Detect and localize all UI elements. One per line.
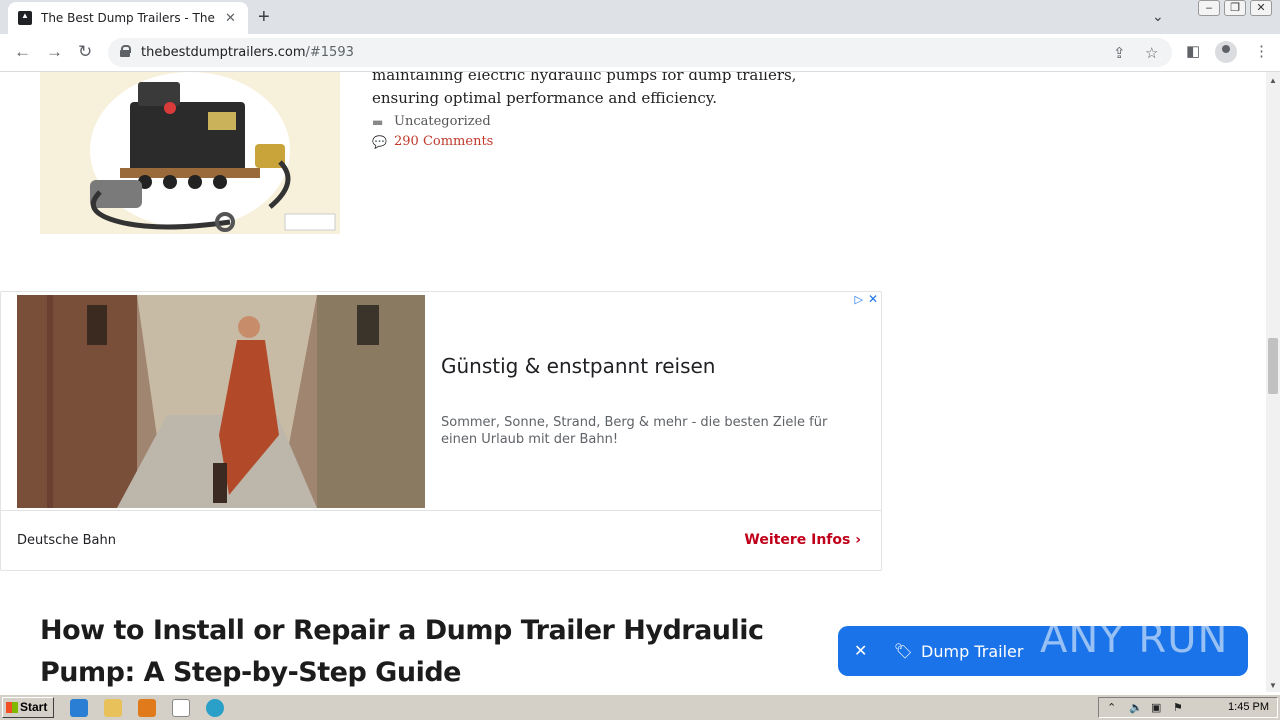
folder-icon: ▬ <box>372 114 384 129</box>
address-bar[interactable]: thebestdumptrailers.com/#1593 ⇪ ☆ <box>108 38 1172 67</box>
article-title[interactable]: How to Install or Repair a Dump Trailer … <box>40 610 860 692</box>
clock[interactable]: 1:45 PM <box>1228 701 1269 713</box>
tab-strip: The Best Dump Trailers - The best du ✕ +… <box>0 0 1280 34</box>
forward-arrow-icon[interactable]: → <box>46 42 63 62</box>
close-window-button[interactable]: ✕ <box>1250 0 1272 16</box>
ad-cta-label: Weitere Infos <box>744 532 851 548</box>
comments-link[interactable]: 290 Comments <box>394 134 493 149</box>
post-category[interactable]: ▬ Uncategorized <box>372 114 491 129</box>
tab-search-chevron-icon[interactable]: ⌄ <box>1152 8 1164 25</box>
scroll-down-arrow-icon[interactable]: ▼ <box>1269 681 1277 690</box>
advertisement[interactable]: ▷ ✕ Günstig & enstpannt reisen Sommer, S… <box>0 291 882 571</box>
minimize-button[interactable]: – <box>1198 0 1220 16</box>
url-path: /#1593 <box>305 45 354 60</box>
ad-close-icon[interactable]: ✕ <box>868 292 878 306</box>
start-button[interactable]: Start <box>2 697 54 718</box>
ad-headline[interactable]: Günstig & enstpannt reisen <box>441 354 715 378</box>
page-scrollbar[interactable]: ▲ ▼ <box>1266 72 1280 692</box>
post-excerpt: maintaining electric hydraulic pumps for… <box>372 72 812 110</box>
scroll-up-arrow-icon[interactable]: ▲ <box>1269 76 1277 85</box>
share-icon[interactable]: ⇪ <box>1113 44 1126 62</box>
excerpt-line-2: ensuring optimal performance and efficie… <box>372 89 718 107</box>
ad-cta-button[interactable]: Weitere Infos › <box>744 532 861 548</box>
browser-tab[interactable]: The Best Dump Trailers - The best du ✕ <box>8 2 248 34</box>
new-tab-button[interactable]: + <box>258 6 270 29</box>
chevron-right-icon: › <box>855 532 861 548</box>
network-icon[interactable]: ▣ <box>1151 701 1161 714</box>
chip-close-icon[interactable]: ✕ <box>854 641 876 661</box>
window-controls: – ❐ ✕ <box>1198 0 1272 16</box>
adchoices-icon[interactable]: ▷ <box>855 293 863 306</box>
ad-description: Sommer, Sonne, Strand, Berg & mehr - die… <box>441 415 828 447</box>
ad-divider <box>1 510 881 511</box>
browser-toolbar: ← → ↻ thebestdumptrailers.com/#1593 ⇪ ☆ … <box>0 34 1280 72</box>
windows-logo-icon <box>6 702 18 713</box>
explorer-folder-icon[interactable] <box>104 699 122 717</box>
comments-icon: 💬 <box>372 134 387 149</box>
chip-label[interactable]: Dump Trailer <box>921 642 1023 661</box>
back-arrow-icon[interactable]: ← <box>14 42 31 62</box>
tab-title: The Best Dump Trailers - The best du <box>41 11 219 25</box>
site-favicon-icon <box>18 11 32 25</box>
bookmark-star-icon[interactable]: ☆ <box>1145 44 1158 62</box>
media-player-icon[interactable] <box>138 699 156 717</box>
post-comments[interactable]: 💬 290 Comments <box>372 134 493 149</box>
excerpt-line-1: maintaining electric hydraulic pumps for… <box>372 72 797 84</box>
url-text[interactable]: thebestdumptrailers.com/#1593 <box>141 45 354 60</box>
tray-expand-icon[interactable]: ⌃ <box>1107 701 1116 714</box>
edge-icon[interactable] <box>206 699 224 717</box>
url-host: thebestdumptrailers.com <box>141 45 306 60</box>
start-label: Start <box>20 700 48 714</box>
menu-kebab-icon[interactable]: ⋮ <box>1254 42 1269 60</box>
post-thumbnail-image[interactable] <box>40 72 340 234</box>
page-content: maintaining electric hydraulic pumps for… <box>0 72 1266 692</box>
chrome-icon[interactable] <box>172 699 190 717</box>
windows-taskbar: Start ⌃ 🔈 ▣ ⚑ 1:45 PM <box>0 694 1280 720</box>
tag-icon: 🏷 <box>894 643 914 660</box>
system-tray: ⌃ 🔈 ▣ ⚑ 1:45 PM <box>1098 697 1278 718</box>
restore-button[interactable]: ❐ <box>1224 0 1246 16</box>
tab-close-icon[interactable]: ✕ <box>225 10 236 26</box>
action-center-flag-icon[interactable]: ⚑ <box>1173 701 1183 714</box>
ad-image[interactable] <box>17 295 425 508</box>
anyrun-watermark: ANY RUN <box>1040 616 1229 662</box>
scrollbar-thumb[interactable] <box>1268 338 1278 394</box>
profile-avatar-icon[interactable] <box>1215 41 1237 63</box>
reload-icon[interactable]: ↻ <box>78 42 92 62</box>
side-panel-icon[interactable]: ◧ <box>1186 42 1200 60</box>
category-link[interactable]: Uncategorized <box>394 114 491 129</box>
volume-icon[interactable]: 🔈 <box>1129 701 1143 714</box>
ad-advertiser: Deutsche Bahn <box>17 533 116 548</box>
ie-icon[interactable] <box>70 699 88 717</box>
lock-icon[interactable] <box>120 45 131 57</box>
